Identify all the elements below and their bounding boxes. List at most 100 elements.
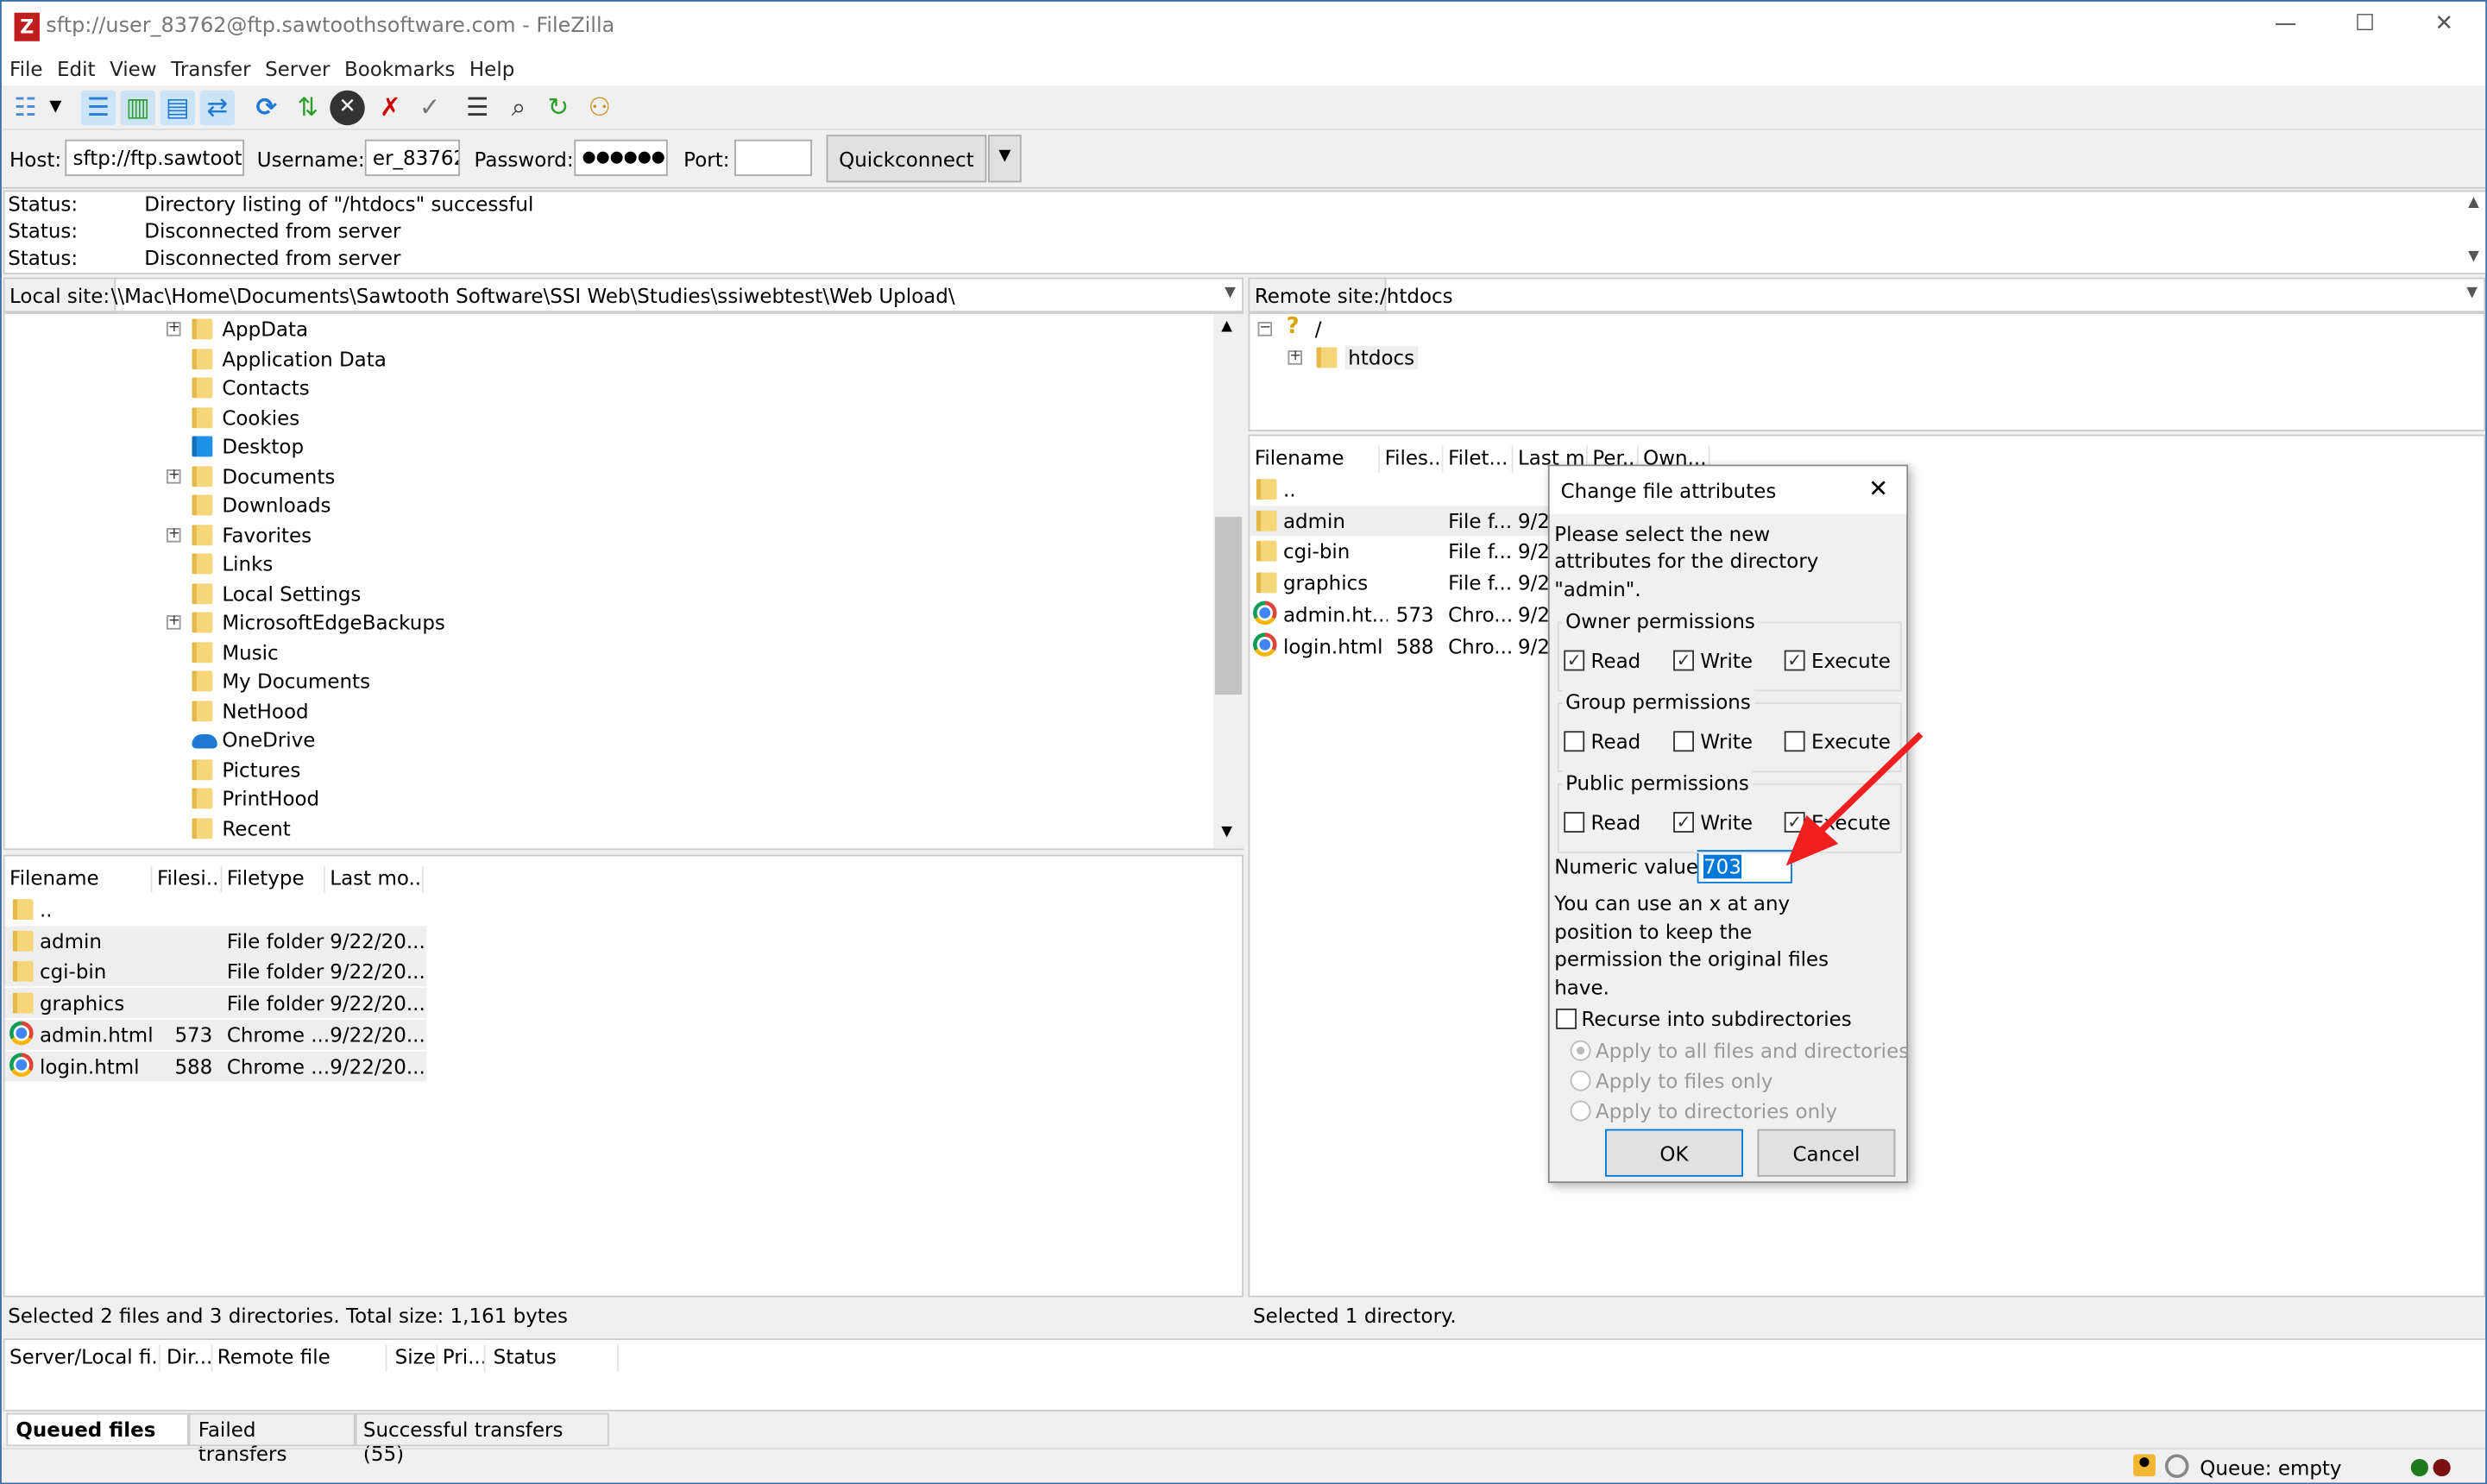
- sync-browse-icon[interactable]: ↻: [541, 91, 576, 125]
- column-header[interactable]: Size: [390, 1344, 438, 1372]
- expand-icon[interactable]: +: [166, 321, 181, 336]
- menu-bookmarks[interactable]: Bookmarks: [337, 53, 462, 85]
- file-name: login.html: [39, 1053, 140, 1078]
- column-header[interactable]: Last mo...: [325, 865, 424, 893]
- dialog-intro-line: "admin".: [1554, 577, 1641, 601]
- cancel-button[interactable]: Cancel: [1757, 1129, 1896, 1177]
- close-button[interactable]: ✕: [2421, 11, 2468, 43]
- minimize-button[interactable]: —: [2262, 11, 2309, 43]
- file-row[interactable]: admin File folder 9/22/20...: [4, 925, 427, 956]
- tab-successful-transfers[interactable]: Successful transfers (55): [355, 1412, 609, 1465]
- file-row[interactable]: admin.html 573 Chrome ... 9/22/20...: [4, 1019, 427, 1050]
- column-header[interactable]: Status: [488, 1344, 619, 1372]
- log-scroll-down-icon[interactable]: ▼: [2468, 249, 2479, 265]
- folder-icon: [12, 930, 34, 952]
- process-queue-icon[interactable]: ⇅: [290, 91, 324, 125]
- column-header[interactable]: Server/Local fi...: [5, 1344, 161, 1372]
- column-header[interactable]: Filename: [5, 865, 153, 893]
- menu-server[interactable]: Server: [257, 53, 337, 85]
- remote-path-input[interactable]: /htdocs: [1380, 284, 1453, 308]
- radio-directories-only[interactable]: [1570, 1100, 1591, 1122]
- owner-read-checkbox[interactable]: ✓: [1564, 650, 1585, 671]
- directory-filter-icon[interactable]: ☰: [460, 91, 494, 125]
- speed-limit-icon[interactable]: [2164, 1454, 2189, 1479]
- menu-view[interactable]: View: [102, 53, 163, 85]
- tree-scroll-up-icon[interactable]: ▲: [1221, 318, 1232, 334]
- log-key: Status:: [8, 192, 79, 216]
- expand-icon[interactable]: +: [166, 468, 181, 483]
- public-write-checkbox[interactable]: ✓: [1673, 812, 1694, 833]
- quickconnect-dropdown-icon[interactable]: ▼: [988, 135, 1022, 183]
- search-remote-icon[interactable]: ⚇: [582, 91, 617, 125]
- file-name: admin.ht...: [1282, 602, 1388, 626]
- file-row[interactable]: login.html 588 Chrome ... 9/22/20...: [4, 1050, 427, 1081]
- username-input[interactable]: er_83762: [364, 139, 461, 177]
- toggle-local-tree-icon[interactable]: ▥: [120, 90, 156, 126]
- local-path-input[interactable]: \\Mac\Home\Documents\Sawtooth Software\S…: [111, 284, 955, 308]
- column-header[interactable]: Dir...: [161, 1344, 213, 1372]
- column-header[interactable]: Files...: [1380, 445, 1444, 473]
- local-path-dropdown-icon[interactable]: ▼: [1225, 286, 1236, 301]
- column-header[interactable]: Filesi...: [152, 865, 223, 893]
- tab-failed-transfers[interactable]: Failed transfers: [188, 1412, 356, 1465]
- folder-icon: [192, 348, 213, 369]
- menu-edit[interactable]: Edit: [49, 53, 102, 85]
- log-scroll-up-icon[interactable]: ▲: [2468, 195, 2479, 211]
- collapse-icon[interactable]: −: [1257, 321, 1273, 336]
- tree-scroll-down-icon[interactable]: ▼: [1221, 825, 1232, 840]
- cancel-icon[interactable]: ✕: [330, 90, 365, 126]
- maximize-button[interactable]: ☐: [2341, 11, 2389, 43]
- column-header[interactable]: Filetype: [222, 865, 325, 893]
- recurse-checkbox[interactable]: [1556, 1008, 1577, 1029]
- expand-icon[interactable]: +: [166, 526, 181, 542]
- reconnect-icon[interactable]: ✓: [412, 91, 447, 125]
- expand-icon[interactable]: +: [166, 614, 181, 630]
- remote-path-dropdown-icon[interactable]: ▼: [2466, 286, 2478, 301]
- folder-icon: [192, 700, 213, 721]
- file-row[interactable]: ..: [1250, 475, 1548, 505]
- menu-file[interactable]: File: [2, 53, 49, 85]
- radio-apply-all[interactable]: [1570, 1040, 1591, 1061]
- tree-item-label: htdocs: [1344, 345, 1418, 370]
- disconnect-icon[interactable]: ✗: [373, 91, 407, 125]
- scrollbar-thumb[interactable]: [1214, 517, 1243, 695]
- menu-help[interactable]: Help: [462, 53, 521, 85]
- group-read-checkbox[interactable]: [1564, 731, 1585, 752]
- group-write-checkbox[interactable]: [1673, 731, 1694, 752]
- compare-icon[interactable]: ⌕: [501, 91, 536, 125]
- file-row[interactable]: login.html 588 Chro... 9/2: [1250, 631, 1550, 661]
- owner-execute-checkbox[interactable]: ✓: [1784, 650, 1805, 671]
- hint-line: position to keep the: [1554, 920, 1753, 944]
- file-row[interactable]: graphics File folder 9/22/20...: [4, 988, 427, 1019]
- expand-icon[interactable]: +: [1288, 349, 1302, 365]
- local-tree-scrollbar[interactable]: [1213, 313, 1244, 849]
- port-input[interactable]: [734, 139, 813, 177]
- radio-files-only[interactable]: [1570, 1070, 1591, 1091]
- column-header[interactable]: Remote file: [212, 1344, 387, 1372]
- file-row[interactable]: graphics File f... 9/2: [1250, 568, 1550, 598]
- column-header[interactable]: Pri...: [438, 1344, 486, 1372]
- ok-button[interactable]: OK: [1605, 1129, 1743, 1177]
- public-read-checkbox[interactable]: [1564, 812, 1585, 833]
- menu-transfer[interactable]: Transfer: [163, 53, 257, 85]
- toggle-remote-tree-icon[interactable]: ▤: [160, 90, 196, 126]
- site-manager-icon[interactable]: ☷: [8, 91, 42, 125]
- host-input[interactable]: sftp://ftp.sawtooth: [65, 139, 245, 177]
- column-header[interactable]: Filet...: [1444, 445, 1514, 473]
- dialog-close-icon[interactable]: ✕: [1868, 475, 1888, 503]
- file-row[interactable]: admin.ht... 573 Chro... 9/2: [1250, 599, 1550, 629]
- file-row[interactable]: cgi-bin File folder 9/22/20...: [4, 957, 427, 987]
- toggle-message-log-icon[interactable]: ☰: [80, 90, 116, 126]
- tab-queued-files[interactable]: Queued files: [6, 1412, 189, 1447]
- file-row[interactable]: cgi-bin File f... 9/2: [1250, 537, 1550, 567]
- owner-write-checkbox[interactable]: ✓: [1673, 650, 1694, 671]
- quickconnect-button[interactable]: Quickconnect: [826, 135, 987, 183]
- file-row[interactable]: ..: [5, 895, 427, 925]
- toggle-transfer-queue-icon[interactable]: ⇄: [199, 90, 236, 126]
- site-manager-dropdown-icon[interactable]: ▼: [46, 91, 65, 125]
- file-row[interactable]: admin File f... 9/2: [1250, 505, 1550, 536]
- column-header[interactable]: Filename: [1250, 445, 1381, 473]
- password-input[interactable]: ●●●●●●: [574, 139, 668, 177]
- log-key: Status:: [8, 218, 79, 243]
- refresh-icon[interactable]: ⟳: [249, 91, 284, 125]
